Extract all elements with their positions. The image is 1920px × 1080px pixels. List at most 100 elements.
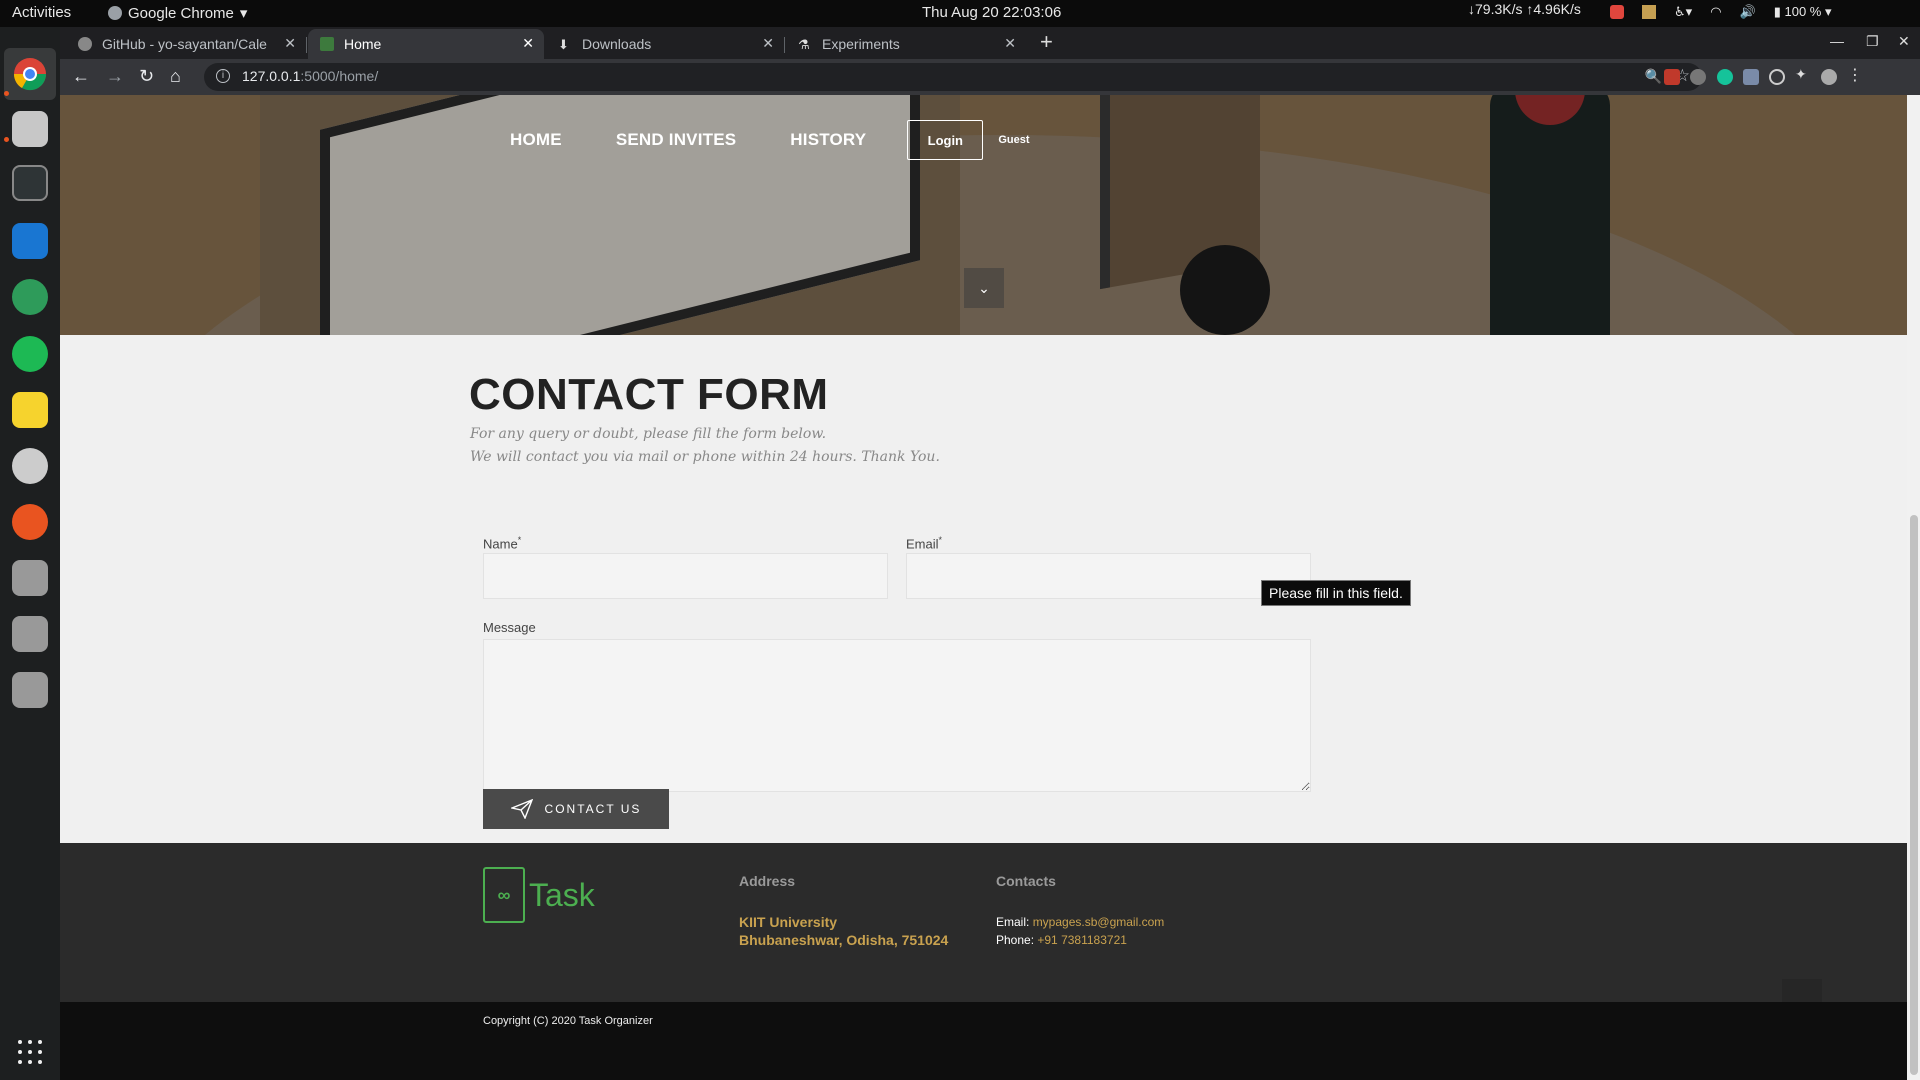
github-icon bbox=[78, 37, 92, 51]
validation-tooltip: Please fill in this field. bbox=[1261, 580, 1411, 606]
battery-indicator[interactable]: ▮ 100 % ▾ bbox=[1774, 4, 1832, 20]
maximize-icon[interactable]: ❐ bbox=[1866, 33, 1879, 50]
drive-icon[interactable] bbox=[12, 560, 48, 596]
minimize-icon[interactable]: — bbox=[1830, 33, 1844, 49]
phone-label: Phone: bbox=[996, 933, 1038, 947]
nav-history[interactable]: HISTORY bbox=[790, 130, 866, 150]
address-bar[interactable]: i 127.0.0.1:5000/home/ 🔍 ☆ bbox=[204, 63, 1702, 91]
address-text: KIIT University Bhubaneshwar, Odisha, 75… bbox=[739, 913, 948, 949]
extension-icon-arc[interactable] bbox=[1690, 69, 1706, 85]
files-icon[interactable] bbox=[12, 111, 48, 147]
flask-icon: ⚗ bbox=[798, 37, 810, 52]
clipboard-icon[interactable] bbox=[1642, 5, 1656, 19]
back-icon[interactable]: ← bbox=[72, 66, 90, 86]
tab-strip: GitHub - yo-sayantan/Cale ✕ Home ✕ ⬇ Dow… bbox=[60, 27, 1920, 59]
close-tab-icon[interactable]: ✕ bbox=[522, 35, 534, 52]
contact-email-link[interactable]: mypages.sb@gmail.com bbox=[1033, 915, 1165, 929]
usb-drive-icon[interactable] bbox=[12, 672, 48, 708]
contact-form-title: CONTACT FORM bbox=[469, 370, 829, 419]
activities-button[interactable]: Activities bbox=[12, 4, 71, 21]
subtitle-line: We will contact you via mail or phone wi… bbox=[470, 449, 940, 465]
download-icon: ⬇ bbox=[558, 37, 569, 52]
show-applications-icon[interactable] bbox=[18, 1040, 42, 1064]
name-field[interactable] bbox=[483, 553, 888, 599]
main-navigation: HOME SEND INVITES HISTORY Login Guest bbox=[510, 120, 1030, 160]
footer-logo[interactable]: ∞ Task bbox=[483, 867, 595, 923]
close-tab-icon[interactable]: ✕ bbox=[284, 35, 296, 52]
name-label: Name* bbox=[483, 535, 522, 552]
software-center-icon[interactable] bbox=[12, 504, 48, 540]
browser-window: GitHub - yo-sayantan/Cale ✕ Home ✕ ⬇ Dow… bbox=[60, 27, 1920, 1080]
page-viewport: HOME SEND INVITES HISTORY Login Guest ⌄ … bbox=[60, 95, 1920, 1080]
login-button[interactable]: Login bbox=[907, 120, 984, 160]
wifi-icon[interactable]: ◠ bbox=[1710, 4, 1721, 20]
tab-title: Experiments bbox=[822, 36, 900, 52]
caret-down-icon: ▾ bbox=[239, 5, 248, 22]
task-logo-icon bbox=[320, 37, 334, 51]
drive-icon-2[interactable] bbox=[12, 616, 48, 652]
close-window-icon[interactable]: ✕ bbox=[1898, 33, 1910, 50]
atom-icon[interactable] bbox=[12, 279, 48, 315]
scroll-down-chevron-icon[interactable]: ⌄ bbox=[964, 268, 1004, 308]
tab-experiments[interactable]: ⚗ Experiments ✕ bbox=[786, 29, 1026, 59]
nav-home[interactable]: HOME bbox=[510, 130, 562, 150]
contacts-heading: Contacts bbox=[996, 873, 1056, 889]
grammarly-icon[interactable] bbox=[1717, 69, 1733, 85]
close-tab-icon[interactable]: ✕ bbox=[1004, 35, 1016, 52]
site-info-icon[interactable]: i bbox=[216, 69, 230, 83]
copyright-text: Copyright (C) 2020 Task Organizer bbox=[483, 1015, 653, 1027]
email-field[interactable] bbox=[906, 553, 1311, 599]
home-icon[interactable]: ⌂ bbox=[170, 66, 181, 86]
tab-title: Home bbox=[344, 36, 382, 52]
close-tab-icon[interactable]: ✕ bbox=[762, 35, 774, 52]
back-to-top-button[interactable] bbox=[1782, 979, 1822, 1002]
tab-home[interactable]: Home ✕ bbox=[308, 29, 544, 59]
extension-icon-red[interactable] bbox=[1664, 69, 1680, 85]
contact-us-label: CONTACT US bbox=[544, 802, 642, 816]
chrome-icon bbox=[108, 6, 122, 20]
tab-separator bbox=[784, 37, 785, 53]
nav-send-invites[interactable]: SEND INVITES bbox=[616, 130, 736, 150]
tab-downloads[interactable]: ⬇ Downloads ✕ bbox=[546, 29, 785, 59]
accessibility-icon[interactable]: ♿▾ bbox=[1674, 4, 1692, 20]
zoom-icon[interactable]: 🔍 bbox=[1645, 68, 1662, 85]
page-scrollbar[interactable] bbox=[1907, 95, 1920, 1080]
url-text[interactable]: 127.0.0.1:5000/home/ bbox=[242, 68, 378, 84]
clock[interactable]: Thu Aug 20 22:03:06 bbox=[922, 4, 1061, 21]
tab-github[interactable]: GitHub - yo-sayantan/Cale ✕ bbox=[66, 29, 307, 59]
app-menu-label: Google Chrome bbox=[128, 4, 234, 22]
battery-icon: ▮ bbox=[1773, 4, 1781, 19]
terminal-icon[interactable] bbox=[12, 165, 48, 201]
chrome-icon bbox=[13, 58, 47, 91]
reload-icon[interactable]: ↻ bbox=[139, 66, 154, 86]
contact-phone-link[interactable]: +91 7381183721 bbox=[1037, 933, 1127, 947]
contacts-text: Email: mypages.sb@gmail.com Phone: +91 7… bbox=[996, 913, 1164, 949]
contact-us-button[interactable]: CONTACT US bbox=[483, 789, 669, 829]
hero-banner: HOME SEND INVITES HISTORY Login Guest ⌄ bbox=[60, 95, 1907, 335]
app-menu[interactable]: Google Chrome ▾ bbox=[108, 4, 247, 22]
extension-icon-bar[interactable] bbox=[1743, 69, 1759, 85]
new-tab-button[interactable]: + bbox=[1040, 31, 1053, 53]
tab-separator bbox=[306, 37, 307, 53]
dock-chrome[interactable] bbox=[4, 48, 56, 100]
profile-avatar[interactable] bbox=[1821, 69, 1837, 85]
dock bbox=[0, 27, 60, 1080]
extensions-puzzle-icon[interactable]: ✦ bbox=[1795, 66, 1811, 82]
browser-toolbar: ← → ↻ ⌂ i 127.0.0.1:5000/home/ 🔍 ☆ ✦ ⋮ bbox=[60, 59, 1920, 95]
task-logo-icon: ∞ bbox=[483, 867, 525, 923]
paper-plane-icon bbox=[510, 799, 533, 819]
text-editor-icon[interactable] bbox=[12, 392, 48, 428]
volume-icon[interactable]: 🔊 bbox=[1740, 4, 1756, 20]
shield-icon[interactable] bbox=[1610, 5, 1624, 19]
scrollbar-thumb[interactable] bbox=[1910, 515, 1918, 1075]
forward-icon[interactable]: → bbox=[106, 66, 124, 86]
tab-title: GitHub - yo-sayantan/Cale bbox=[102, 36, 267, 52]
user-status: Guest bbox=[998, 134, 1030, 146]
vscode-icon[interactable] bbox=[12, 223, 48, 259]
menu-kebab-icon[interactable]: ⋮ bbox=[1847, 65, 1863, 84]
spotify-icon[interactable] bbox=[12, 336, 48, 372]
system-tray[interactable]: ♿▾ ◠ 🔊 ▮ 100 % ▾ bbox=[1610, 4, 1832, 20]
wappalyzer-icon[interactable] bbox=[1769, 69, 1785, 85]
settings-gear-icon[interactable] bbox=[12, 448, 48, 484]
message-textarea[interactable] bbox=[483, 639, 1311, 792]
